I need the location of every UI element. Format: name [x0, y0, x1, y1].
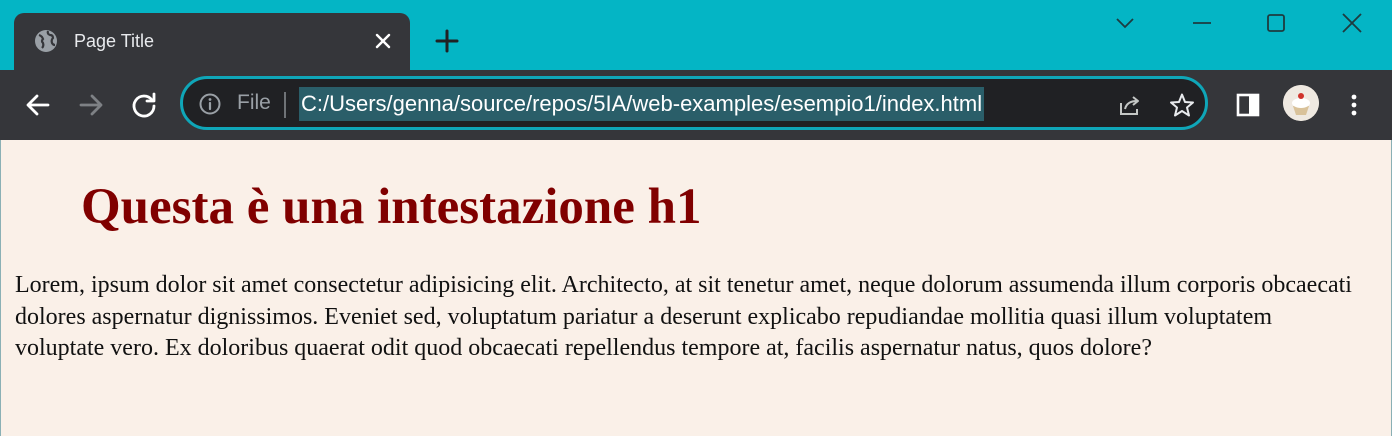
page-heading: Questa è una intestazione h1	[81, 179, 702, 235]
bookmark-star-icon[interactable]	[1169, 92, 1195, 118]
profile-avatar[interactable]	[1283, 85, 1319, 121]
address-bar[interactable]: File C:/Users/genna/source/repos/5IA/web…	[180, 76, 1208, 130]
globe-icon	[35, 30, 57, 52]
side-panel-icon[interactable]	[1233, 90, 1263, 120]
maximize-icon[interactable]	[1261, 8, 1291, 38]
new-tab-icon[interactable]	[434, 28, 460, 54]
browser-window: Page Title File C:/Users/genna/source/re…	[0, 0, 1392, 436]
forward-arrow-icon[interactable]	[76, 90, 106, 120]
security-chip-label: File	[237, 91, 271, 114]
tab-title: Page Title	[74, 31, 155, 51]
more-menu-icon[interactable]	[1339, 90, 1369, 120]
info-icon[interactable]	[199, 93, 221, 115]
tab-search-icon[interactable]	[1110, 8, 1140, 38]
address-bar-divider	[284, 92, 286, 118]
share-icon[interactable]	[1117, 92, 1143, 118]
cupcake-icon	[1283, 85, 1319, 121]
close-window-icon[interactable]	[1337, 8, 1367, 38]
browser-toolbar: File C:/Users/genna/source/repos/5IA/web…	[0, 70, 1392, 140]
page-paragraph: Lorem, ipsum dolor sit amet consectetur …	[15, 272, 1352, 361]
page-content: Questa è una intestazione h1 Lorem, ipsu…	[0, 140, 1392, 436]
tab-page[interactable]: Page Title	[14, 13, 410, 70]
tab-strip: Page Title	[0, 0, 1392, 70]
back-arrow-icon[interactable]	[23, 90, 53, 120]
close-tab-icon[interactable]	[372, 30, 394, 52]
minimize-icon[interactable]	[1187, 8, 1217, 38]
reload-icon[interactable]	[129, 90, 159, 120]
url-text[interactable]: C:/Users/genna/source/repos/5IA/web-exam…	[299, 87, 985, 121]
